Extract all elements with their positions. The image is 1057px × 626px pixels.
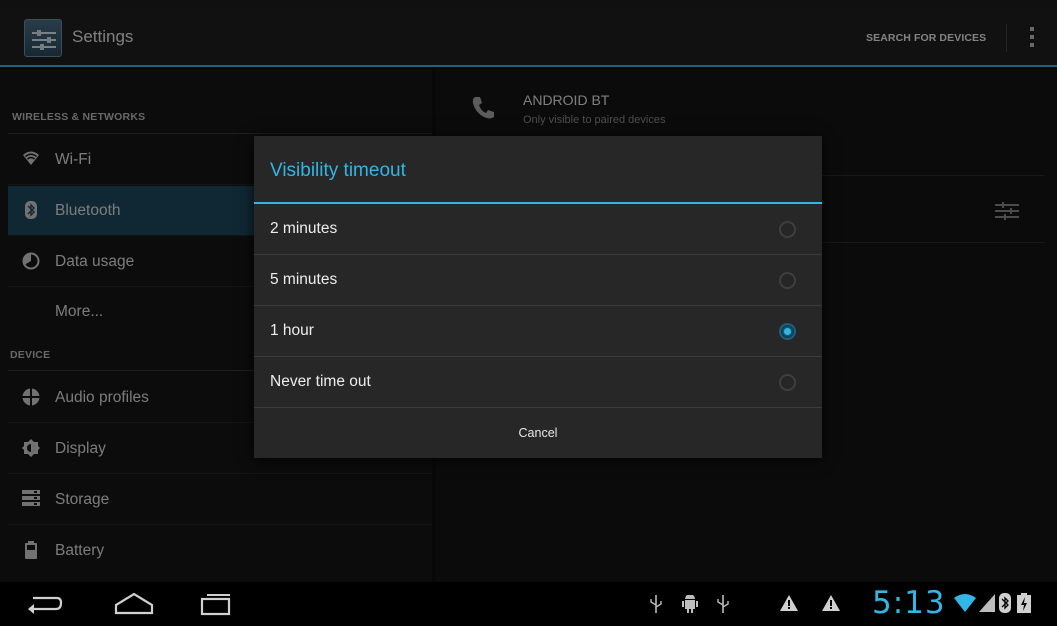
visibility-timeout-dialog: Visibility timeout 2 minutes 5 minutes 1… — [254, 136, 822, 458]
android-screen: Settings SEARCH FOR DEVICES WIRELESS & N… — [0, 0, 1057, 626]
radio-button[interactable] — [779, 272, 796, 289]
option-1-hour[interactable]: 1 hour — [254, 306, 822, 357]
option-label: 2 minutes — [270, 220, 338, 237]
radio-button[interactable] — [779, 221, 796, 238]
option-never-time-out[interactable]: Never time out — [254, 357, 822, 408]
option-label: 1 hour — [270, 322, 314, 339]
option-5-minutes[interactable]: 5 minutes — [254, 255, 822, 306]
wifi-signal-icon — [954, 594, 976, 617]
usb-icon[interactable] — [650, 595, 662, 618]
recent-apps-icon[interactable] — [197, 592, 233, 621]
system-bar: 5:13 — [0, 582, 1057, 626]
android-debug-icon[interactable] — [682, 594, 698, 618]
cell-signal-icon — [979, 594, 995, 617]
option-2-minutes[interactable]: 2 minutes — [254, 204, 822, 255]
option-label: 5 minutes — [270, 271, 338, 288]
home-icon[interactable] — [113, 592, 155, 621]
status-clock[interactable]: 5:13 — [872, 585, 946, 621]
usb-icon[interactable] — [717, 595, 729, 618]
bluetooth-status-icon — [999, 593, 1011, 618]
radio-button-checked[interactable] — [779, 323, 796, 340]
dialog-title: Visibility timeout — [270, 160, 406, 181]
battery-status-icon — [1017, 593, 1031, 618]
cancel-button[interactable]: Cancel — [254, 409, 822, 458]
option-label: Never time out — [270, 373, 371, 390]
radio-button[interactable] — [779, 374, 796, 391]
warning-icon[interactable] — [780, 595, 798, 616]
warning-icon[interactable] — [822, 595, 840, 616]
back-icon[interactable] — [27, 592, 63, 621]
